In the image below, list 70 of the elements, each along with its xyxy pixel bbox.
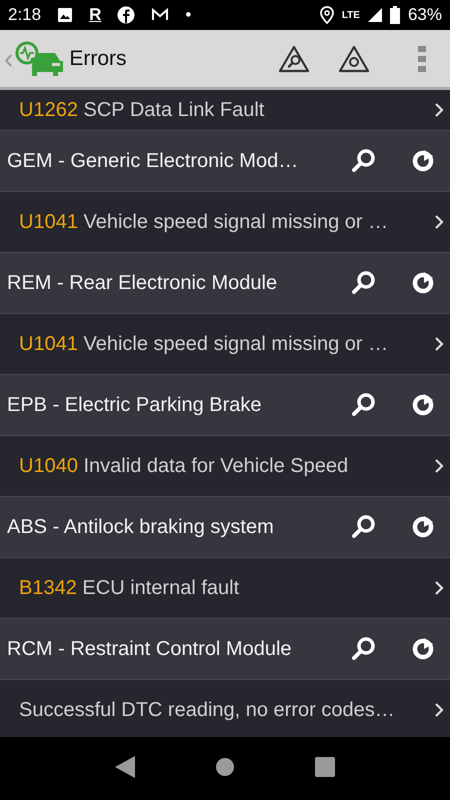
refresh-icon bbox=[410, 148, 436, 174]
notification-dot: • bbox=[185, 4, 192, 26]
refresh-button[interactable] bbox=[410, 148, 436, 174]
car-diagnostic-logo bbox=[13, 38, 66, 78]
error-row[interactable]: B1342 ECU internal fault bbox=[0, 558, 450, 619]
home-circle-icon bbox=[215, 757, 235, 777]
module-row[interactable]: ABS - Antilock braking system bbox=[0, 497, 450, 558]
screen-title: Errors bbox=[69, 46, 126, 72]
error-row[interactable]: U1262 SCP Data Link Fault bbox=[0, 90, 450, 131]
chevron-right-icon bbox=[434, 102, 444, 118]
error-description: U1041 Vehicle speed signal missing or … bbox=[19, 210, 388, 235]
refresh-icon bbox=[410, 636, 436, 662]
chevron-right-icon bbox=[434, 458, 444, 474]
warning-search-button[interactable] bbox=[278, 44, 310, 72]
network-type-text: LTE bbox=[342, 9, 360, 24]
back-triangle-icon bbox=[115, 756, 135, 778]
search-button[interactable] bbox=[350, 514, 376, 540]
search-icon bbox=[350, 514, 376, 540]
battery-text: 63% bbox=[408, 4, 442, 26]
refresh-icon bbox=[410, 392, 436, 418]
module-name: GEM - Generic Electronic Mod… bbox=[7, 149, 298, 174]
chevron-right-icon bbox=[434, 580, 444, 596]
module-name: REM - Rear Electronic Module bbox=[7, 271, 278, 296]
back-nav-button[interactable] bbox=[115, 756, 135, 778]
module-row[interactable]: GEM - Generic Electronic Mod… bbox=[0, 131, 450, 192]
refresh-button[interactable] bbox=[410, 636, 436, 662]
module-name: RCM - Restraint Control Module bbox=[7, 637, 292, 662]
refresh-icon bbox=[410, 514, 436, 540]
error-description: B1342 ECU internal fault bbox=[19, 576, 240, 601]
module-row[interactable]: RCM - Restraint Control Module bbox=[0, 619, 450, 680]
recents-square-icon bbox=[315, 757, 335, 777]
search-button[interactable] bbox=[350, 148, 376, 174]
error-description: U1262 SCP Data Link Fault bbox=[19, 98, 264, 123]
error-description: U1040 Invalid data for Vehicle Speed bbox=[19, 454, 348, 479]
location-icon bbox=[320, 6, 334, 24]
search-icon bbox=[350, 636, 376, 662]
search-button[interactable] bbox=[350, 270, 376, 296]
clock-text: 2:18 bbox=[8, 4, 42, 26]
error-row[interactable]: U1041 Vehicle speed signal missing or … bbox=[0, 192, 450, 253]
menu-icon bbox=[418, 46, 426, 72]
module-row[interactable]: REM - Rear Electronic Module bbox=[0, 253, 450, 314]
search-icon bbox=[350, 148, 376, 174]
error-description: Successful DTC reading, no error codes… bbox=[19, 698, 395, 723]
image-icon bbox=[57, 7, 74, 23]
search-icon bbox=[350, 270, 376, 296]
error-description: U1041 Vehicle speed signal missing or … bbox=[19, 332, 388, 357]
error-row[interactable]: Successful DTC reading, no error codes… bbox=[0, 680, 450, 737]
search-button[interactable] bbox=[350, 636, 376, 662]
battery-icon bbox=[390, 6, 400, 24]
module-name: ABS - Antilock braking system bbox=[7, 515, 274, 540]
warning-search-icon bbox=[278, 44, 310, 72]
chevron-right-icon bbox=[434, 702, 444, 718]
module-row[interactable]: EPB - Electric Parking Brake bbox=[0, 375, 450, 436]
home-button[interactable] bbox=[215, 757, 235, 777]
warning-refresh-button[interactable] bbox=[338, 44, 370, 72]
refresh-button[interactable] bbox=[410, 392, 436, 418]
search-icon bbox=[350, 392, 376, 418]
notification-letter: R bbox=[89, 4, 102, 26]
chevron-right-icon bbox=[434, 336, 444, 352]
error-row[interactable]: U1040 Invalid data for Vehicle Speed bbox=[0, 436, 450, 497]
signal-icon bbox=[368, 8, 382, 22]
refresh-icon bbox=[410, 270, 436, 296]
mail-icon bbox=[151, 8, 170, 22]
error-row[interactable]: U1041 Vehicle speed signal missing or … bbox=[0, 314, 450, 375]
refresh-button[interactable] bbox=[410, 270, 436, 296]
chevron-right-icon bbox=[434, 214, 444, 230]
refresh-button[interactable] bbox=[410, 514, 436, 540]
circle-logo-icon bbox=[117, 6, 136, 24]
module-name: EPB - Electric Parking Brake bbox=[7, 393, 262, 418]
search-button[interactable] bbox=[350, 392, 376, 418]
